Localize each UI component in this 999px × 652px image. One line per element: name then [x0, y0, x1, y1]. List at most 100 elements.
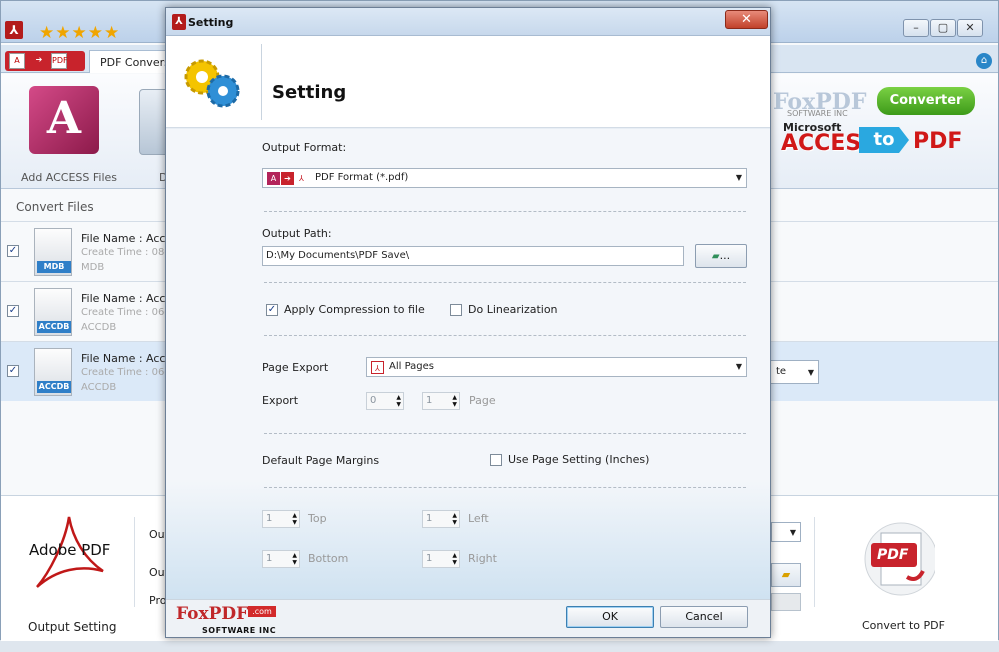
app-logo-icon: ⅄	[172, 14, 186, 30]
format-icons: A ➔ ⅄	[267, 172, 309, 185]
accdb-file-icon: ACCDB	[34, 288, 72, 336]
margin-bottom-label: Bottom	[308, 552, 349, 565]
export-to-stepper[interactable]: 1 ▲ ▼	[422, 392, 460, 410]
file-checkbox[interactable]: ✓	[7, 365, 19, 377]
margin-top-value: 1	[266, 513, 273, 524]
row-option-dropdown[interactable]: te ▼	[767, 360, 819, 384]
mdb-file-icon: MDB	[34, 228, 72, 276]
export-label: Export	[262, 394, 299, 407]
brand-software-text: SOFTWARE INC	[787, 109, 848, 118]
page-export-select[interactable]: ⅄ All Pages ▼	[366, 357, 747, 377]
close-button[interactable]: ✕	[957, 19, 983, 37]
export-to-value: 1	[426, 395, 433, 406]
arrow-icon: ➔	[281, 172, 294, 185]
progress-bar	[771, 593, 801, 611]
adobe-pdf-text: Adobe PDF	[29, 541, 111, 559]
brand-to-arrow: to	[859, 127, 909, 153]
margin-left-stepper[interactable]: 1 ▲ ▼	[422, 510, 460, 528]
margin-right-stepper[interactable]: 1 ▲ ▼	[422, 550, 460, 568]
pdf-mini-icon: PDF	[51, 53, 68, 69]
divider	[134, 517, 135, 607]
margin-right-value: 1	[426, 553, 433, 564]
stepper-arrows-icon[interactable]: ▲ ▼	[292, 552, 297, 566]
access-icon: A	[267, 172, 280, 185]
output-setting-label[interactable]: Output Setting	[28, 620, 116, 634]
output-format-value: PDF Format (*.pdf)	[315, 172, 409, 183]
separator	[264, 211, 746, 212]
row-option-value: te	[776, 366, 787, 377]
file-checkbox[interactable]: ✓	[7, 305, 19, 317]
app-menu-button[interactable]: A ➔ PDF	[5, 51, 85, 71]
file-badge: ACCDB	[37, 321, 71, 333]
apply-compression-label[interactable]: Apply Compression to file	[284, 303, 425, 316]
accdb-file-icon: ACCDB	[34, 348, 72, 396]
divider	[814, 517, 815, 607]
maximize-button[interactable]: ▢	[930, 19, 956, 37]
browse-label: ...	[719, 249, 731, 262]
output-format-select[interactable]: A ➔ ⅄ PDF Format (*.pdf) ▼	[262, 168, 747, 188]
brand-converter-badge: Converter	[877, 87, 975, 115]
margin-top-stepper[interactable]: 1 ▲ ▼	[262, 510, 300, 528]
page-export-value: All Pages	[389, 361, 434, 372]
stepper-arrows-icon[interactable]: ▲ ▼	[292, 512, 297, 526]
file-type: ACCDB	[81, 322, 117, 333]
separator	[264, 487, 746, 488]
margin-top-label: Top	[308, 512, 327, 525]
margin-bottom-value: 1	[266, 553, 273, 564]
dialog-header	[166, 36, 770, 128]
stepper-arrows-icon[interactable]: ▲ ▼	[452, 394, 457, 408]
access-mini-icon: A	[9, 53, 25, 69]
home-icon[interactable]: ⌂	[976, 53, 992, 69]
chevron-down-icon: ▼	[789, 528, 796, 537]
chevron-down-icon: ▼	[735, 173, 742, 182]
header-divider	[261, 44, 262, 120]
output-format-label: Output Format:	[262, 141, 347, 154]
separator	[264, 433, 746, 434]
file-create-time: Create Time : 06-	[81, 367, 168, 378]
foxpdf-software-text: SOFTWARE INC	[202, 626, 277, 635]
dialog-title: Setting	[188, 16, 234, 29]
folder-cursor-icon: ▰	[711, 251, 720, 262]
margin-left-value: 1	[426, 513, 433, 524]
stepper-arrows-icon[interactable]: ▲ ▼	[396, 394, 401, 408]
add-access-files-button[interactable]: A	[29, 86, 99, 154]
arrow-mini-icon: ➔	[31, 53, 47, 69]
file-badge: ACCDB	[37, 381, 71, 393]
convert-files-title: Convert Files	[16, 200, 94, 214]
output-path-field[interactable]: D:\My Documents\PDF Save\	[262, 246, 684, 266]
ok-button[interactable]: OK	[566, 606, 654, 628]
folder-icon[interactable]: ▰	[771, 563, 801, 587]
browse-button[interactable]: ▰...	[695, 244, 747, 268]
pdf-icon: ⅄	[371, 361, 384, 374]
foxpdf-footer-logo: FoxPDF	[176, 604, 249, 624]
pdf-icon: ⅄	[295, 172, 308, 185]
stepper-arrows-icon[interactable]: ▲ ▼	[452, 512, 457, 526]
pdf-icon-text: PDF	[877, 547, 909, 563]
rating-stars[interactable]: ★★★★★	[39, 23, 120, 43]
export-from-value: 0	[370, 395, 377, 406]
dialog-close-button[interactable]: ✕	[725, 10, 768, 29]
margin-left-label: Left	[468, 512, 489, 525]
export-from-stepper[interactable]: 0 ▲ ▼	[366, 392, 404, 410]
file-checkbox[interactable]: ✓	[7, 245, 19, 257]
linearization-checkbox[interactable]	[450, 304, 462, 316]
chevron-down-icon: ▼	[807, 368, 814, 377]
linearization-label[interactable]: Do Linearization	[468, 303, 558, 316]
setting-dialog: ⅄ Setting ✕ Setting Output Format: A ➔ ⅄ P…	[165, 7, 771, 638]
convert-to-pdf-label: Convert to PDF	[862, 619, 945, 632]
file-type: ACCDB	[81, 382, 117, 393]
output-dropdown[interactable]: ▼	[771, 522, 801, 542]
use-page-setting-label[interactable]: Use Page Setting (Inches)	[508, 453, 649, 466]
output-path-label: Output Path:	[262, 227, 332, 240]
use-page-setting-checkbox[interactable]	[490, 454, 502, 466]
margin-bottom-stepper[interactable]: 1 ▲ ▼	[262, 550, 300, 568]
app-logo-icon: ⅄	[5, 21, 23, 39]
minimize-button[interactable]: –	[903, 19, 929, 37]
apply-compression-checkbox[interactable]: ✓	[266, 304, 278, 316]
cancel-button[interactable]: Cancel	[660, 606, 748, 628]
separator	[264, 282, 746, 283]
default-margins-label: Default Page Margins	[262, 454, 380, 467]
margin-right-label: Right	[468, 552, 497, 565]
tab-pdf-conversion[interactable]: PDF Conversion	[89, 50, 169, 73]
stepper-arrows-icon[interactable]: ▲ ▼	[452, 552, 457, 566]
